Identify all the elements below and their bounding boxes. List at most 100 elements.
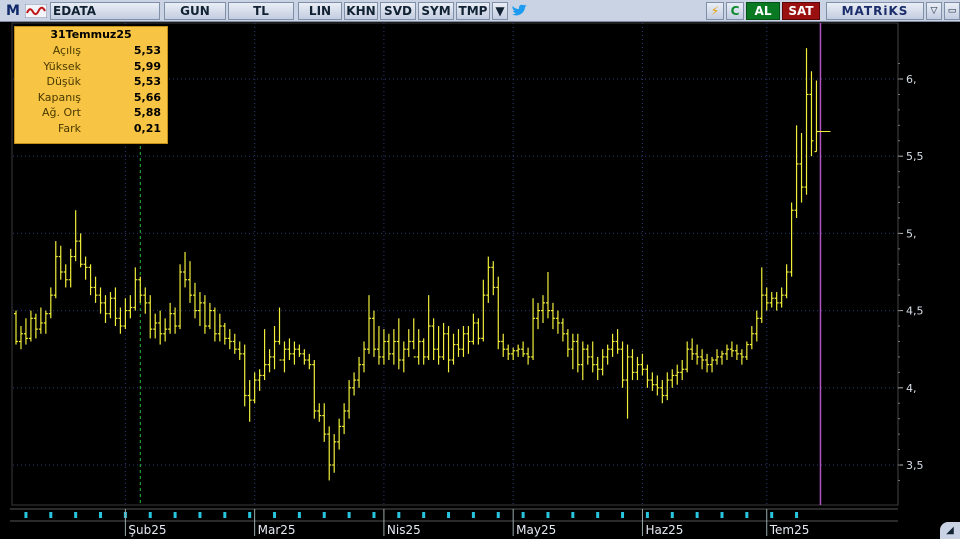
x-day-marker [670, 512, 674, 518]
ohlc-bar [371, 310, 376, 357]
ohlc-bar [710, 356, 715, 373]
ohlc-bar [297, 344, 302, 357]
ohlc-bar [521, 341, 526, 357]
ohlc-bar [242, 344, 247, 407]
x-day-marker [645, 512, 649, 518]
ohlc-bar [128, 295, 133, 319]
ohlc-bar [789, 202, 794, 277]
ohlc-bar [93, 276, 98, 303]
ohlc-bar [386, 333, 391, 361]
info-label: Fark [58, 121, 81, 135]
ohlc-bar [605, 344, 610, 365]
ohlc-bar [38, 307, 43, 334]
ohlc-bar [719, 350, 724, 365]
info-label: Açılış [52, 44, 81, 57]
ohlc-bar [352, 372, 357, 396]
info-label: Düşük [46, 75, 81, 89]
x-day-marker [173, 512, 177, 518]
ohlc-bar [332, 434, 337, 473]
ohlc-bar [431, 318, 436, 361]
ohlc-bar [217, 313, 222, 342]
ohlc-bar [665, 372, 670, 401]
info-value: 5,66 [133, 90, 161, 104]
ohlc-bar [168, 302, 173, 334]
ohlc-bar [158, 310, 163, 345]
info-row-avg: Ağ. Ort 5,88 [15, 105, 167, 121]
ohlc-bar [68, 248, 73, 288]
ohlc-bar [516, 344, 521, 357]
info-row-open: Açılış 5,53 [15, 43, 167, 59]
ohlc-bar [153, 313, 158, 339]
ohlc-bar [545, 272, 550, 319]
ohlc-bar [541, 295, 546, 323]
x-day-marker [621, 512, 625, 518]
ohlc-bar [501, 333, 506, 357]
ohlc-bar [337, 418, 342, 450]
x-day-marker [347, 512, 351, 518]
ohlc-bar [426, 295, 431, 361]
x-day-marker [397, 512, 401, 518]
ohlc-bar [615, 329, 620, 354]
x-day-marker [74, 512, 78, 518]
ohlc-bar [317, 403, 322, 422]
x-month-label: Tem25 [769, 523, 810, 537]
ohlc-bar [376, 326, 381, 365]
ohlc-bar [690, 338, 695, 361]
ohlc-bar [302, 349, 307, 365]
ohlc-bar [660, 380, 665, 404]
y-tick-label: 4,5 [906, 305, 924, 318]
ohlc-bar [406, 329, 411, 357]
ohlc-bar [779, 287, 784, 308]
ohlc-bar [769, 292, 774, 308]
ohlc-bar [366, 295, 371, 354]
ohlc-bar [565, 329, 570, 357]
ohlc-bar [391, 329, 396, 365]
ohlc-bar [700, 349, 705, 370]
x-day-marker [422, 512, 426, 518]
ohlc-bar [178, 264, 183, 330]
ohlc-bar [451, 333, 456, 365]
ohlc-info-box: 31Temmuz25 Açılış 5,53 Yüksek 5,99 Düşük… [14, 26, 168, 144]
ohlc-bar [531, 298, 536, 361]
ohlc-bar [625, 344, 630, 419]
ohlc-bar [222, 322, 227, 345]
ohlc-bar [744, 341, 749, 361]
ohlc-bar [595, 356, 600, 381]
ohlc-bar [14, 310, 18, 345]
ohlc-bar [33, 313, 38, 339]
ohlc-bar [560, 318, 565, 342]
ohlc-bar [173, 307, 178, 334]
ohlc-bar [655, 375, 660, 396]
ohlc-bar [476, 318, 481, 345]
ohlc-bar [133, 267, 138, 311]
ohlc-bar [347, 380, 352, 419]
ohlc-bar [272, 326, 277, 370]
x-day-marker [148, 512, 152, 518]
ohlc-bar [277, 307, 282, 361]
x-month-label: Mar25 [258, 523, 296, 537]
x-day-marker [770, 512, 774, 518]
ohlc-bar [491, 261, 496, 296]
x-month-label: Haz25 [645, 523, 683, 537]
info-value: 5,53 [133, 44, 161, 57]
x-day-marker [546, 512, 550, 518]
info-row-diff: Fark 0,21 [15, 121, 167, 137]
x-day-marker [248, 512, 252, 518]
ohlc-bar [724, 344, 729, 361]
ohlc-bar [759, 267, 764, 323]
ohlc-bar [227, 329, 232, 350]
ohlc-bar [809, 71, 814, 157]
corner-resize-icon[interactable]: ◢ [940, 522, 960, 539]
ohlc-bar [729, 341, 734, 357]
ohlc-bar [98, 287, 103, 314]
ohlc-bar [247, 380, 252, 422]
x-day-marker [521, 512, 525, 518]
ohlc-bar [526, 347, 531, 365]
ohlc-bar [197, 292, 202, 327]
ohlc-bar [232, 333, 237, 354]
ohlc-bar [555, 310, 560, 334]
ohlc-bar [163, 318, 168, 342]
ohlc-bar [705, 353, 710, 373]
ohlc-bar [670, 369, 675, 388]
ohlc-bar [734, 344, 739, 361]
